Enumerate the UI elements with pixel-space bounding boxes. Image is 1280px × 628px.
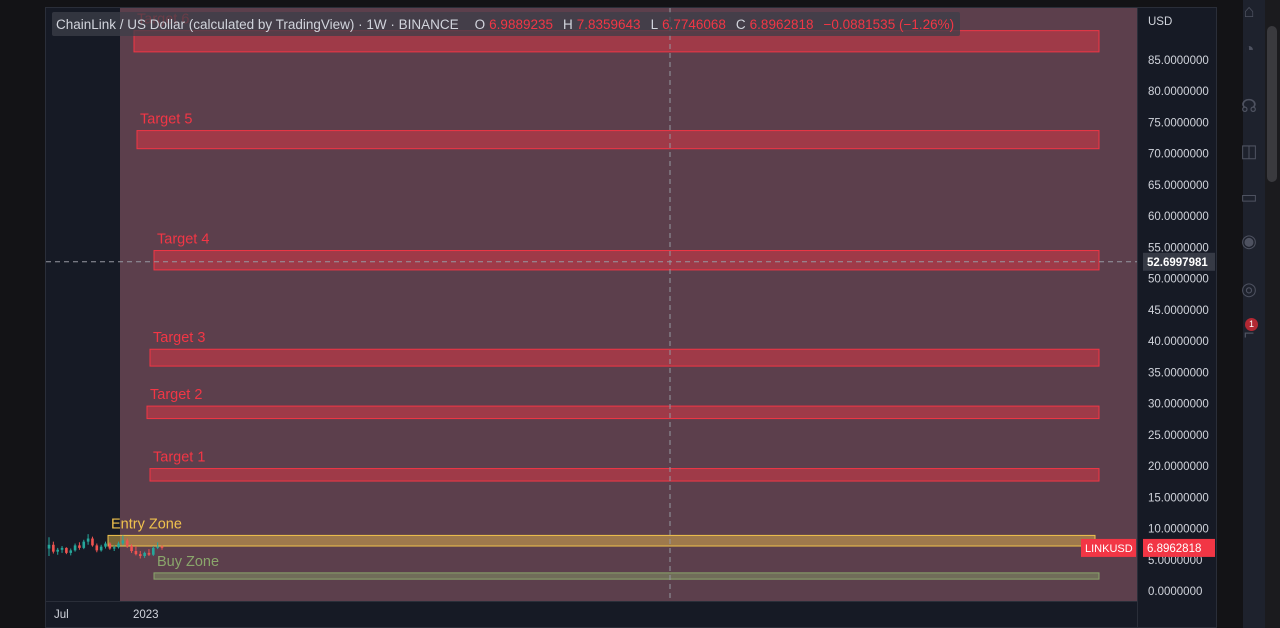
y-tick-label: 85.0000000 bbox=[1148, 55, 1209, 67]
y-tick-label: 0.0000000 bbox=[1148, 586, 1202, 598]
candle-body bbox=[47, 544, 51, 549]
y-tick-label: 70.0000000 bbox=[1148, 149, 1209, 161]
candle-body bbox=[160, 546, 164, 548]
candle-body bbox=[104, 543, 107, 547]
zone-box bbox=[136, 130, 1100, 150]
y-tick-label: 80.0000000 bbox=[1148, 86, 1209, 98]
broadcast-icon[interactable]: ◉ bbox=[1238, 230, 1260, 252]
high-value: 7.8359643 bbox=[576, 16, 641, 32]
candle-body bbox=[69, 550, 73, 553]
y-tick-label: 60.0000000 bbox=[1148, 211, 1209, 223]
currency-label: USD bbox=[1148, 16, 1172, 28]
candle-body bbox=[65, 547, 68, 553]
candle-body bbox=[99, 546, 103, 551]
candle-body bbox=[82, 541, 86, 548]
y-tick-label: 50.0000000 bbox=[1148, 274, 1209, 286]
candle-body bbox=[86, 538, 90, 542]
zone-box bbox=[146, 405, 1100, 420]
candle-body bbox=[117, 543, 120, 548]
chart-legend: ChainLink / US Dollar (calculated by Tra… bbox=[52, 12, 961, 36]
candle-body bbox=[152, 547, 155, 555]
y-tick-label: 45.0000000 bbox=[1148, 305, 1209, 317]
candle-body bbox=[112, 547, 116, 549]
zone-box bbox=[149, 468, 1100, 482]
y-tick-label: 75.0000000 bbox=[1148, 117, 1209, 129]
ideas-icon[interactable]: ◫ bbox=[1238, 140, 1260, 162]
crosshair-price: 52.6997981 bbox=[1147, 257, 1208, 269]
y-tick-label: 40.0000000 bbox=[1148, 336, 1209, 348]
candle-body bbox=[108, 543, 112, 549]
zone-label: Target 5 bbox=[140, 112, 192, 128]
change-value: −0.0881535 (−1.26%) bbox=[823, 16, 955, 32]
open-label: O bbox=[474, 16, 486, 32]
notification-badge: 1 bbox=[1245, 318, 1258, 331]
candle-body bbox=[91, 538, 94, 546]
bell-icon[interactable]: ◔ bbox=[1238, 38, 1260, 60]
candle-body bbox=[134, 551, 138, 555]
chart-canvas[interactable]: Target 6Target 5Target 4Target 3Target 2… bbox=[46, 8, 1217, 628]
close-value: 6.8962818 bbox=[749, 16, 814, 32]
candle-body bbox=[143, 552, 146, 557]
candle-body bbox=[78, 545, 81, 548]
y-tick-label: 35.0000000 bbox=[1148, 367, 1209, 379]
zone-label: Buy Zone bbox=[157, 554, 219, 570]
y-tick-label: 15.0000000 bbox=[1148, 492, 1209, 504]
candle-body bbox=[138, 554, 142, 557]
x-tick-label: 2023 bbox=[133, 609, 159, 621]
zone-box bbox=[153, 250, 1100, 271]
zone-label: Entry Zone bbox=[111, 516, 182, 532]
candle-body bbox=[56, 549, 59, 552]
y-tick-label: 20.0000000 bbox=[1148, 461, 1209, 473]
zone-box bbox=[149, 348, 1100, 367]
candle-body bbox=[156, 546, 159, 548]
candle-body bbox=[125, 540, 129, 547]
y-tick-label: 55.0000000 bbox=[1148, 242, 1209, 254]
close-label: C bbox=[735, 16, 746, 32]
chat-icon[interactable]: ☊ bbox=[1238, 95, 1260, 117]
low-label: L bbox=[650, 16, 659, 32]
flame-icon[interactable]: ⌂ bbox=[1238, 0, 1260, 22]
calendar-icon[interactable]: ▭ bbox=[1238, 186, 1260, 208]
signal-icon[interactable]: ◎ bbox=[1238, 278, 1260, 300]
zone-box bbox=[153, 572, 1100, 580]
symbol-tag-label: LINKUSD bbox=[1085, 543, 1133, 555]
high-label: H bbox=[563, 16, 573, 32]
open-value: 6.9889235 bbox=[489, 16, 553, 32]
candle-body bbox=[60, 547, 64, 550]
symbol-title[interactable]: ChainLink / US Dollar (calculated by Tra… bbox=[56, 17, 459, 32]
candle-body bbox=[95, 545, 99, 551]
candle-body bbox=[130, 546, 133, 552]
y-tick-label: 25.0000000 bbox=[1148, 430, 1209, 442]
low-value: 6.7746068 bbox=[662, 16, 726, 32]
candle-body bbox=[147, 552, 151, 555]
candle-body bbox=[121, 540, 125, 544]
page-scrollbar-thumb[interactable] bbox=[1267, 26, 1277, 182]
zone-label: Target 3 bbox=[153, 330, 205, 346]
highlight-range bbox=[120, 8, 1137, 601]
y-tick-label: 10.0000000 bbox=[1148, 524, 1209, 536]
zone-box bbox=[107, 534, 1096, 547]
y-tick-label: 65.0000000 bbox=[1148, 180, 1209, 192]
candle-body bbox=[52, 544, 55, 552]
candle-body bbox=[73, 545, 77, 551]
y-tick-label: 30.0000000 bbox=[1148, 399, 1209, 411]
last-price: 6.8962818 bbox=[1147, 543, 1201, 555]
zone-label: Target 2 bbox=[150, 387, 202, 403]
x-tick-label: Jul bbox=[54, 609, 69, 621]
chart-frame[interactable]: Target 6Target 5Target 4Target 3Target 2… bbox=[45, 7, 1217, 628]
zone-label: Target 4 bbox=[157, 232, 209, 248]
zone-label: Target 1 bbox=[153, 450, 205, 466]
